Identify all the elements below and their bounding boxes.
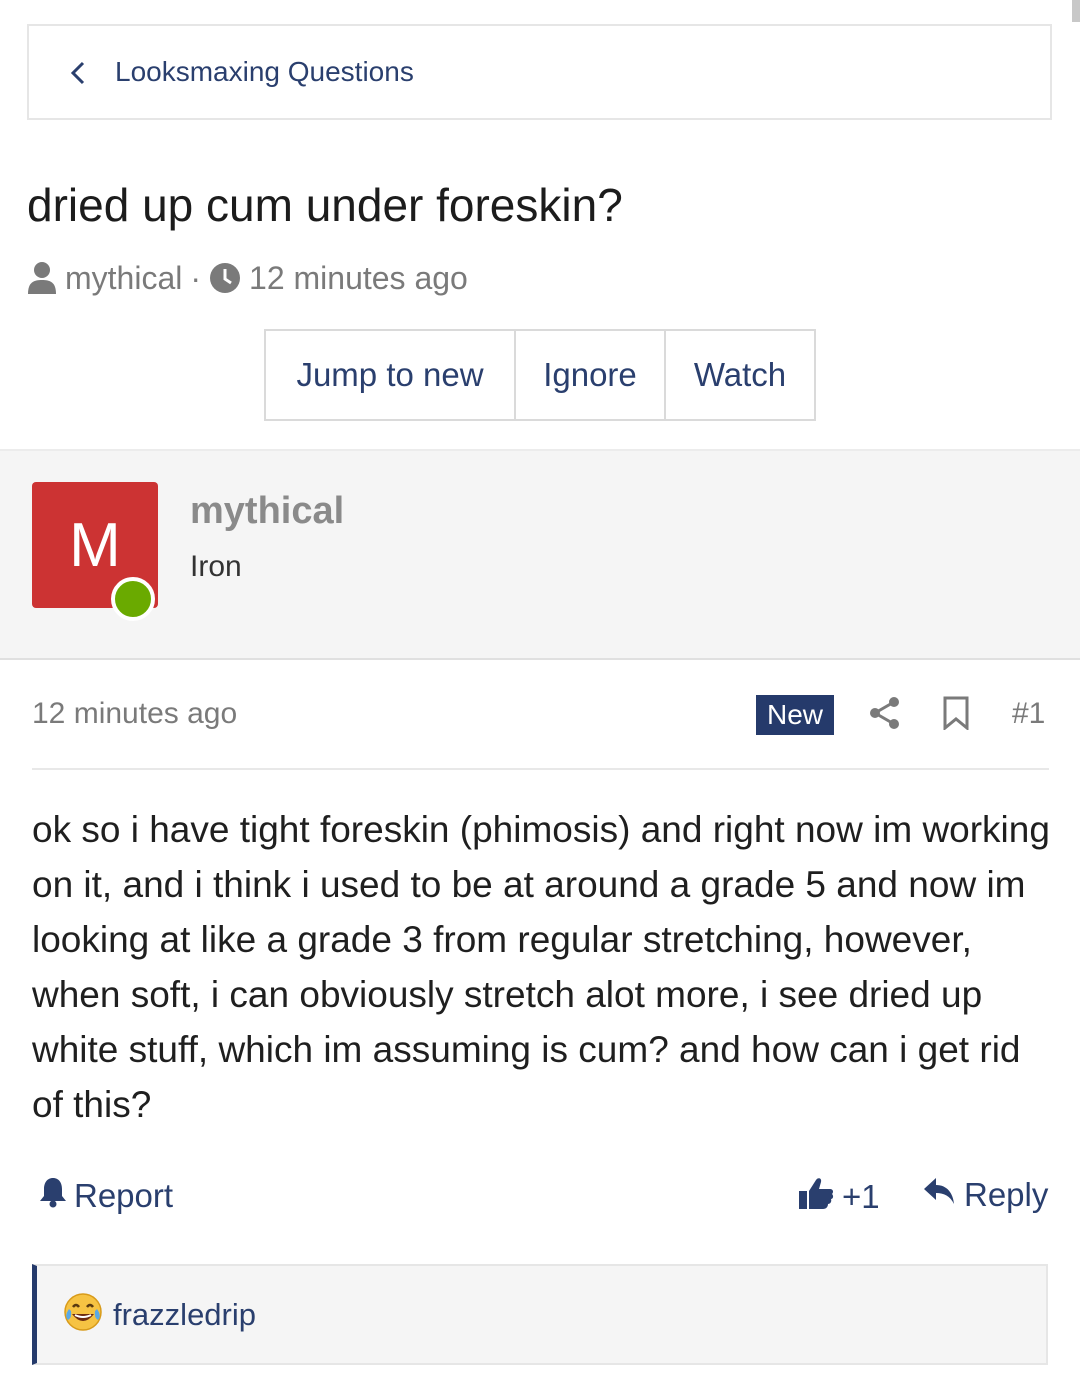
- thread-actions: Jump to new Ignore Watch: [264, 329, 816, 421]
- post-author-rank: Iron: [190, 550, 242, 583]
- reply-icon: [922, 1176, 956, 1214]
- post-time[interactable]: 12 minutes ago: [32, 697, 237, 731]
- watch-button[interactable]: Watch: [666, 331, 814, 419]
- post-number[interactable]: #1: [1012, 697, 1045, 731]
- ignore-button[interactable]: Ignore: [516, 331, 666, 419]
- bell-icon: [38, 1176, 68, 1216]
- jump-to-new-button[interactable]: Jump to new: [266, 331, 516, 419]
- thumbs-up-icon: [798, 1176, 834, 1218]
- user-icon: [27, 261, 57, 295]
- thread-title: dried up cum under foreskin?: [27, 179, 623, 231]
- thread-meta: mythical · 12 minutes ago: [27, 256, 468, 300]
- reply-label: Reply: [964, 1176, 1049, 1213]
- post-author-name[interactable]: mythical: [190, 490, 344, 533]
- breadcrumb[interactable]: Looksmaxing Questions: [27, 24, 1052, 120]
- report-label: Report: [74, 1177, 174, 1214]
- thread-author[interactable]: mythical: [65, 260, 182, 297]
- report-button[interactable]: Report: [38, 1176, 173, 1216]
- reactions-bar[interactable]: frazzledrip: [32, 1264, 1048, 1365]
- reaction-user[interactable]: frazzledrip: [113, 1297, 256, 1333]
- share-icon[interactable]: [868, 696, 902, 735]
- post-author-band: [0, 449, 1080, 660]
- thread-time[interactable]: 12 minutes ago: [249, 260, 468, 297]
- breadcrumb-label[interactable]: Looksmaxing Questions: [115, 56, 414, 88]
- like-button[interactable]: +1: [798, 1176, 880, 1218]
- online-indicator: [111, 577, 155, 621]
- bookmark-icon[interactable]: [942, 696, 970, 735]
- chevron-left-icon: [69, 60, 87, 91]
- tears-of-joy-emoji-icon: [63, 1292, 103, 1337]
- post-body: ok so i have tight foreskin (phimosis) a…: [32, 809, 1050, 1125]
- like-count: +1: [842, 1178, 880, 1215]
- clock-icon: [209, 262, 241, 294]
- post-divider: [32, 768, 1049, 770]
- scrollbar-thumb[interactable]: [1072, 0, 1080, 22]
- reply-button[interactable]: Reply: [922, 1176, 1048, 1214]
- meta-separator: ·: [190, 259, 202, 296]
- new-badge: New: [756, 695, 834, 735]
